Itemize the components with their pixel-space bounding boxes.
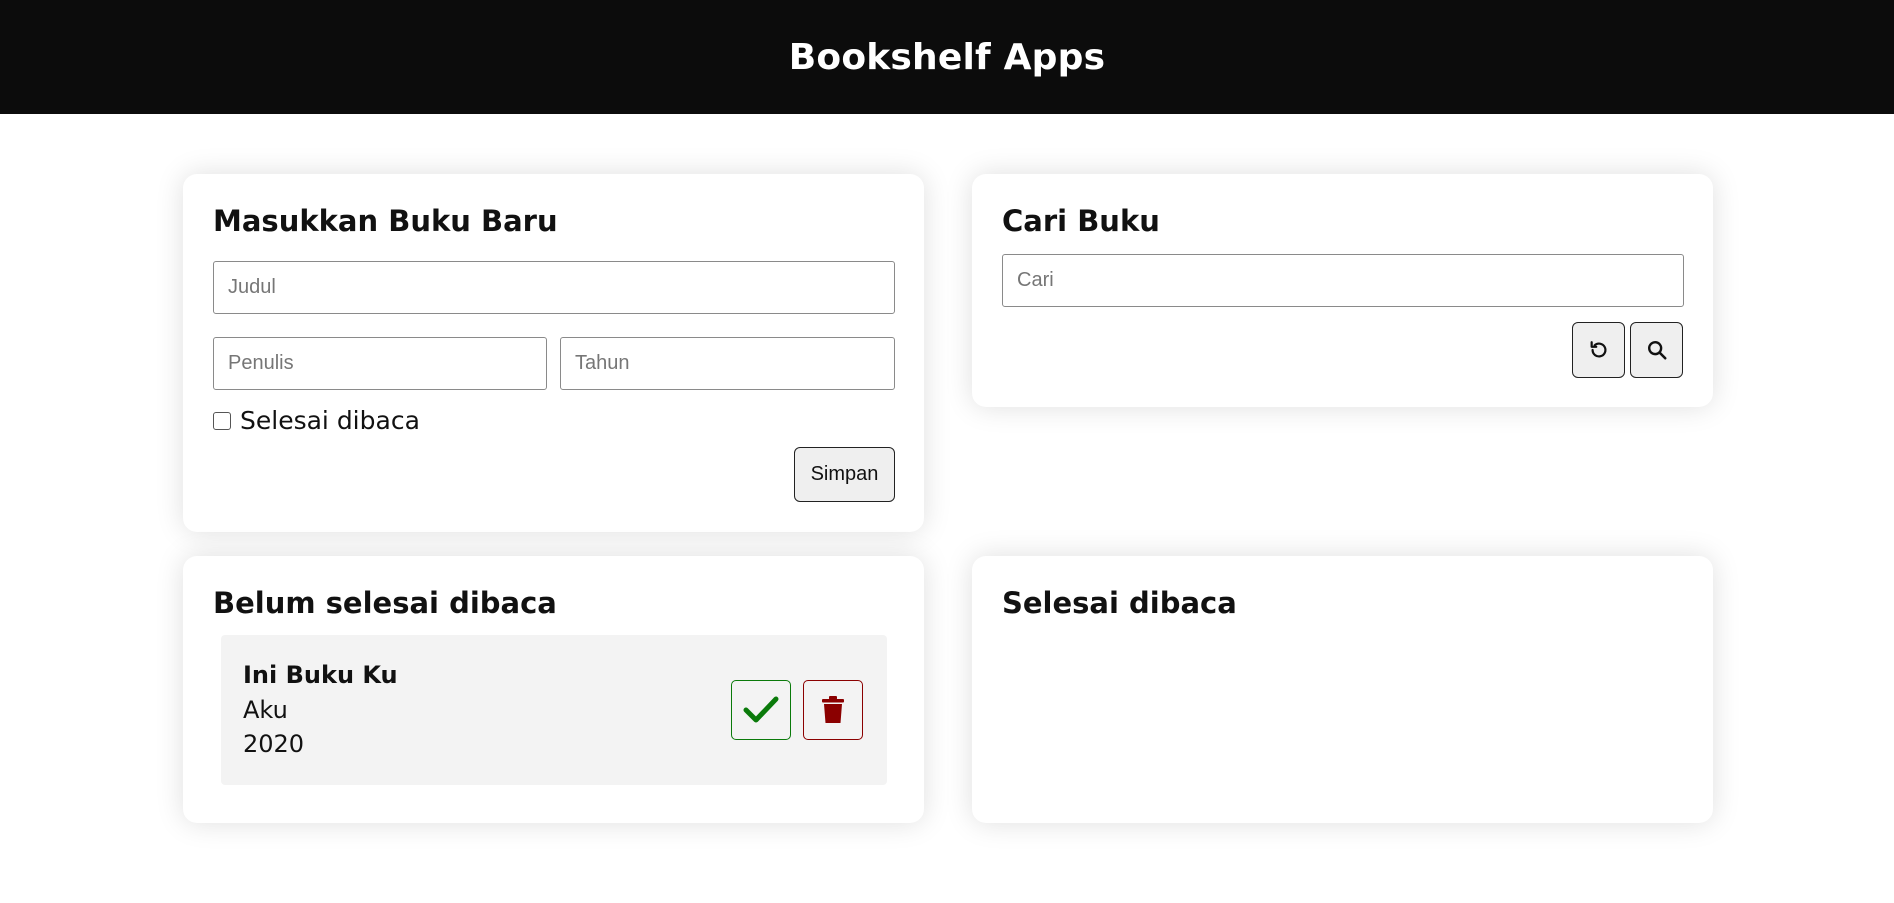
checkmark-icon xyxy=(743,696,779,723)
search-heading: Cari Buku xyxy=(1002,204,1160,238)
search-card: Cari Buku xyxy=(972,174,1713,407)
delete-book-button[interactable] xyxy=(803,680,863,740)
save-button[interactable]: Simpan xyxy=(794,447,895,502)
finished-checkbox[interactable] xyxy=(213,411,231,430)
read-shelf-heading: Selesai dibaca xyxy=(1002,586,1237,620)
app-title: Bookshelf Apps xyxy=(788,36,1106,78)
reset-icon xyxy=(1590,341,1606,358)
title-input[interactable] xyxy=(213,261,895,314)
search-input[interactable] xyxy=(1002,254,1684,307)
book-author: Aku xyxy=(243,696,288,724)
book-item: Ini Buku Ku Aku 2020 xyxy=(221,635,887,785)
unread-shelf-heading: Belum selesai dibaca xyxy=(213,586,557,620)
app-header: Bookshelf Apps xyxy=(0,0,1894,114)
mark-finished-button[interactable] xyxy=(731,680,791,740)
author-input[interactable] xyxy=(213,337,547,390)
search-icon xyxy=(1647,341,1667,360)
read-shelf-card: Selesai dibaca xyxy=(972,556,1713,823)
finished-checkbox-label: Selesai dibaca xyxy=(240,406,420,435)
year-input[interactable] xyxy=(560,337,895,390)
add-book-heading: Masukkan Buku Baru xyxy=(213,204,558,238)
finished-checkbox-row[interactable]: Selesai dibaca xyxy=(213,406,420,435)
book-year: 2020 xyxy=(243,730,305,758)
add-book-card: Masukkan Buku Baru Selesai dibaca Simpan xyxy=(183,174,924,532)
book-title: Ini Buku Ku xyxy=(243,661,398,689)
trash-icon xyxy=(822,696,844,723)
reset-button[interactable] xyxy=(1572,322,1625,378)
search-button[interactable] xyxy=(1630,322,1683,378)
unread-shelf-card: Belum selesai dibaca Ini Buku Ku Aku 202… xyxy=(183,556,924,823)
